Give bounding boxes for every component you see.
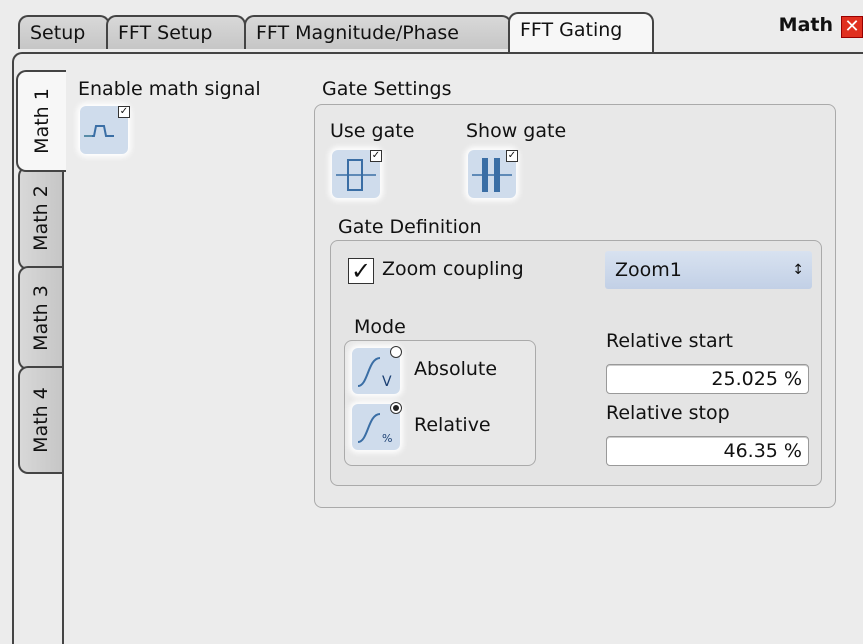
- mode-absolute-button[interactable]: V: [352, 346, 402, 394]
- relative-stop-label: Relative stop: [606, 402, 730, 424]
- tab-fft-magnitude-phase[interactable]: FFT Magnitude/Phase: [244, 15, 512, 49]
- gate-definition-label: Gate Definition: [338, 216, 482, 238]
- zoom-select-value: Zoom1: [615, 259, 682, 281]
- tab-setup[interactable]: Setup: [18, 15, 110, 49]
- relative-radio-icon: [390, 402, 402, 414]
- close-icon[interactable]: ✕: [841, 16, 863, 38]
- select-updown-icon: ↕: [792, 262, 804, 278]
- use-gate-toggle[interactable]: ✓: [332, 150, 382, 198]
- absolute-label: Absolute: [414, 358, 498, 380]
- enable-math-label: Enable math signal: [78, 78, 261, 100]
- absolute-radio-icon: [390, 346, 402, 358]
- relative-label: Relative: [414, 414, 491, 436]
- use-gate-label: Use gate: [330, 120, 415, 142]
- side-tab-math-1[interactable]: Math 1: [16, 70, 66, 172]
- mode-relative-button[interactable]: %: [352, 402, 402, 450]
- zoom-coupling-label: Zoom coupling: [382, 258, 524, 280]
- relative-start-input[interactable]: 25.025 %: [606, 364, 809, 394]
- gate-settings-label: Gate Settings: [322, 78, 452, 100]
- side-tab-math-4[interactable]: Math 4: [18, 366, 62, 474]
- dialog-title: Math: [778, 14, 833, 36]
- svg-text:%: %: [382, 432, 392, 445]
- svg-text:V: V: [382, 374, 392, 390]
- use-gate-checkbox-icon: ✓: [370, 150, 382, 162]
- mode-label: Mode: [354, 316, 406, 338]
- zoom-select[interactable]: Zoom1 ↕: [605, 251, 812, 289]
- enable-math-toggle[interactable]: ✓: [80, 106, 130, 154]
- show-gate-label: Show gate: [466, 120, 567, 142]
- tab-fft-gating[interactable]: FFT Gating: [508, 12, 654, 52]
- side-tab-math-3[interactable]: Math 3: [18, 266, 62, 370]
- top-tab-bar: Setup FFT Setup FFT Magnitude/Phase FFT …: [0, 0, 863, 60]
- zoom-coupling-checkbox[interactable]: ✓: [348, 258, 374, 284]
- relative-start-label: Relative start: [606, 330, 733, 352]
- show-gate-checkbox-icon: ✓: [506, 150, 518, 162]
- tab-fft-setup[interactable]: FFT Setup: [106, 15, 246, 49]
- side-tab-math-2[interactable]: Math 2: [18, 166, 62, 270]
- relative-stop-input[interactable]: 46.35 %: [606, 436, 809, 466]
- enable-math-checkbox-icon: ✓: [118, 106, 130, 118]
- show-gate-toggle[interactable]: ✓: [468, 150, 518, 198]
